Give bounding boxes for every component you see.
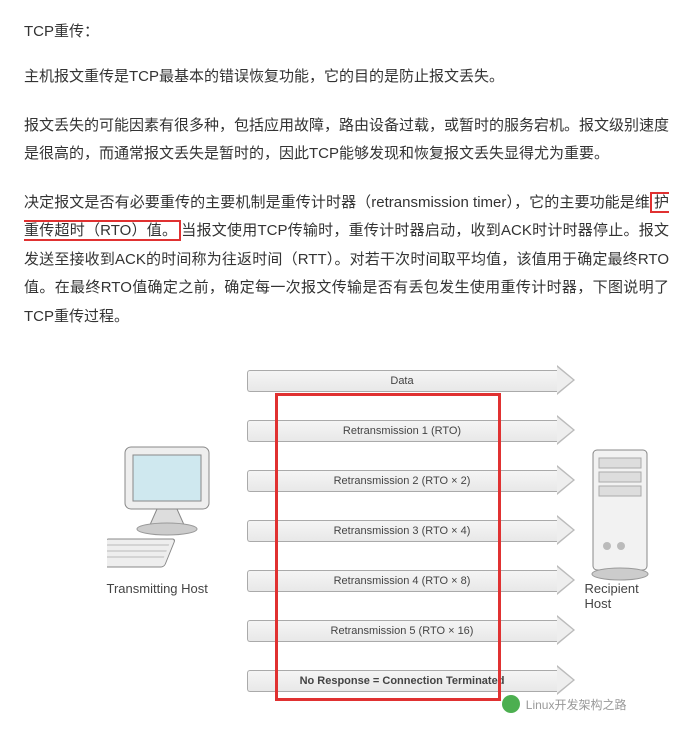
highlight-box-retransmissions <box>275 393 501 701</box>
arrow-data: Data <box>247 370 557 392</box>
arrow-head-icon <box>557 615 575 645</box>
paragraph-3: 决定报文是否有必要重传的主要机制是重传计时器（retransmission ti… <box>24 189 669 332</box>
arrow-head-icon <box>557 465 575 495</box>
tx-host-label: Transmitting Host <box>107 581 208 596</box>
arrow-head-icon <box>557 365 575 395</box>
arrow-head-icon <box>557 515 575 545</box>
server-icon <box>585 446 655 586</box>
wechat-icon <box>502 695 520 713</box>
figure-tcp-retransmission: Transmitting Host Recipient Host Data Re… <box>27 351 667 731</box>
rx-host-label: Recipient Host <box>585 581 667 611</box>
p3-pre: 决定报文是否有必要重传的主要机制是重传计时器（retransmission ti… <box>24 194 650 211</box>
arrow-head-icon <box>557 415 575 445</box>
arrow-head-icon <box>557 665 575 695</box>
arrow-head-icon <box>557 565 575 595</box>
watermark-text: Linux开发架构之路 <box>526 696 627 713</box>
watermark: Linux开发架构之路 <box>502 695 627 713</box>
paragraph-2: 报文丢失的可能因素有很多种，包括应用故障，路由设备过载，或暂时的服务宕机。报文级… <box>24 112 669 169</box>
section-title: TCP重传： <box>24 20 669 41</box>
paragraph-1: 主机报文重传是TCP最基本的错误恢复功能，它的目的是防止报文丢失。 <box>24 63 669 92</box>
computer-icon <box>107 441 227 581</box>
